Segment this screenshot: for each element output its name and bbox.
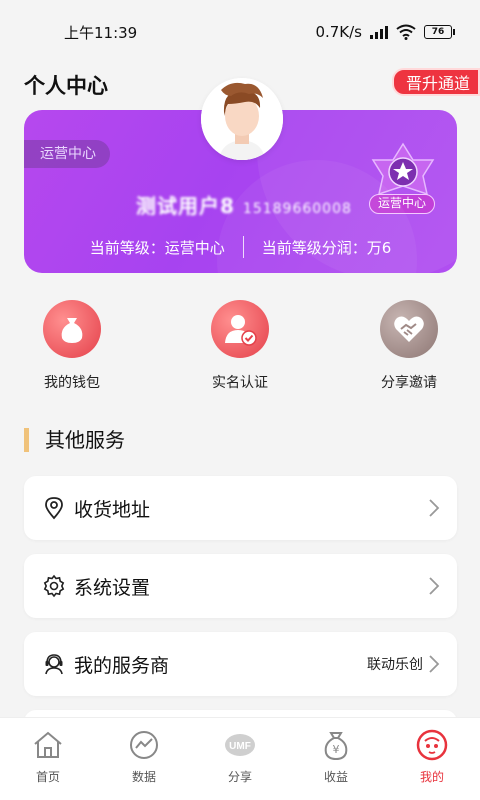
status-time: 上午11:39 [64,23,138,42]
quick-action-wallet[interactable]: 我的钱包 [12,300,132,392]
service-agent-icon [42,652,66,676]
menu-item-label: 收货地址 [74,498,151,521]
menu-item-address[interactable]: 收货地址 [24,476,457,540]
network-speed: 0.7K/s [315,23,362,41]
money-bag-icon: ¥ [319,728,353,762]
location-pin-icon [42,496,66,520]
page-title: 个人中心 [24,74,108,98]
chevron-right-icon [429,577,440,595]
gear-icon [42,574,66,598]
status-bar: 上午11:39 0.7K/s 76 [0,0,480,64]
avatar[interactable] [201,78,283,160]
current-level: 当前等级：运营中心 [89,238,225,257]
home-icon [31,728,65,762]
umf-share-icon: UMF [223,728,257,762]
user-phone: 15189660008 [242,201,352,217]
tab-mine[interactable]: 我的 [384,718,480,800]
wifi-icon [396,24,416,40]
menu-item-settings[interactable]: 系统设置 [24,554,457,618]
battery-icon: 76 [424,25,455,39]
user-info: 测试用户8 15189660008 [136,190,352,219]
rank-badge: 运营中心 [367,142,439,216]
tab-label: 分享 [227,770,252,784]
service-provider-value: 联动乐创 [367,657,423,673]
quick-action-label: 我的钱包 [44,375,100,391]
money-bag-icon [43,300,101,358]
id-verify-icon [211,300,269,358]
role-tag: 运营中心 [24,140,110,168]
promotion-channel-button[interactable]: 晋升通道 [391,68,480,96]
chevron-right-icon [429,499,440,517]
profile-face-icon [415,728,449,762]
tab-data[interactable]: 数据 [96,718,192,800]
tab-share[interactable]: UMF 分享 [192,718,288,800]
tab-label: 首页 [35,770,60,784]
chart-icon [127,728,161,762]
level-row: 当前等级：运营中心 当前等级分润：万6 [24,236,457,258]
quick-action-verify[interactable]: 实名认证 [180,300,300,392]
tab-home[interactable]: 首页 [0,718,96,800]
quick-action-label: 分享邀请 [381,375,437,391]
battery-level: 76 [431,27,445,37]
svg-text:¥: ¥ [333,743,340,756]
signal-icon [370,25,388,39]
level-divider [242,236,244,258]
handshake-icon [380,300,438,358]
avatar-portrait-icon [201,78,283,160]
rank-star-icon [371,142,435,196]
bottom-tab-bar: 首页 数据 UMF 分享 ¥ 收益 我的 [0,717,480,800]
status-indicators: 0.7K/s 76 [315,23,455,41]
menu-item-service-provider[interactable]: 我的服务商 联动乐创 [24,632,457,696]
section-title: 其他服务 [24,428,125,452]
menu-item-label: 我的服务商 [74,654,170,677]
tab-label: 数据 [131,770,156,784]
menu-item-label: 系统设置 [74,576,151,599]
quick-action-invite[interactable]: 分享邀请 [349,300,469,392]
current-share: 当前等级分润：万6 [261,238,392,257]
user-name: 测试用户8 [136,194,235,218]
tab-label: 收益 [323,770,348,784]
tab-earnings[interactable]: ¥ 收益 [288,718,384,800]
quick-action-label: 实名认证 [212,375,268,391]
tab-label: 我的 [419,770,444,784]
rank-label: 运营中心 [369,194,435,214]
chevron-right-icon [429,655,440,673]
svg-text:UMF: UMF [229,741,251,752]
